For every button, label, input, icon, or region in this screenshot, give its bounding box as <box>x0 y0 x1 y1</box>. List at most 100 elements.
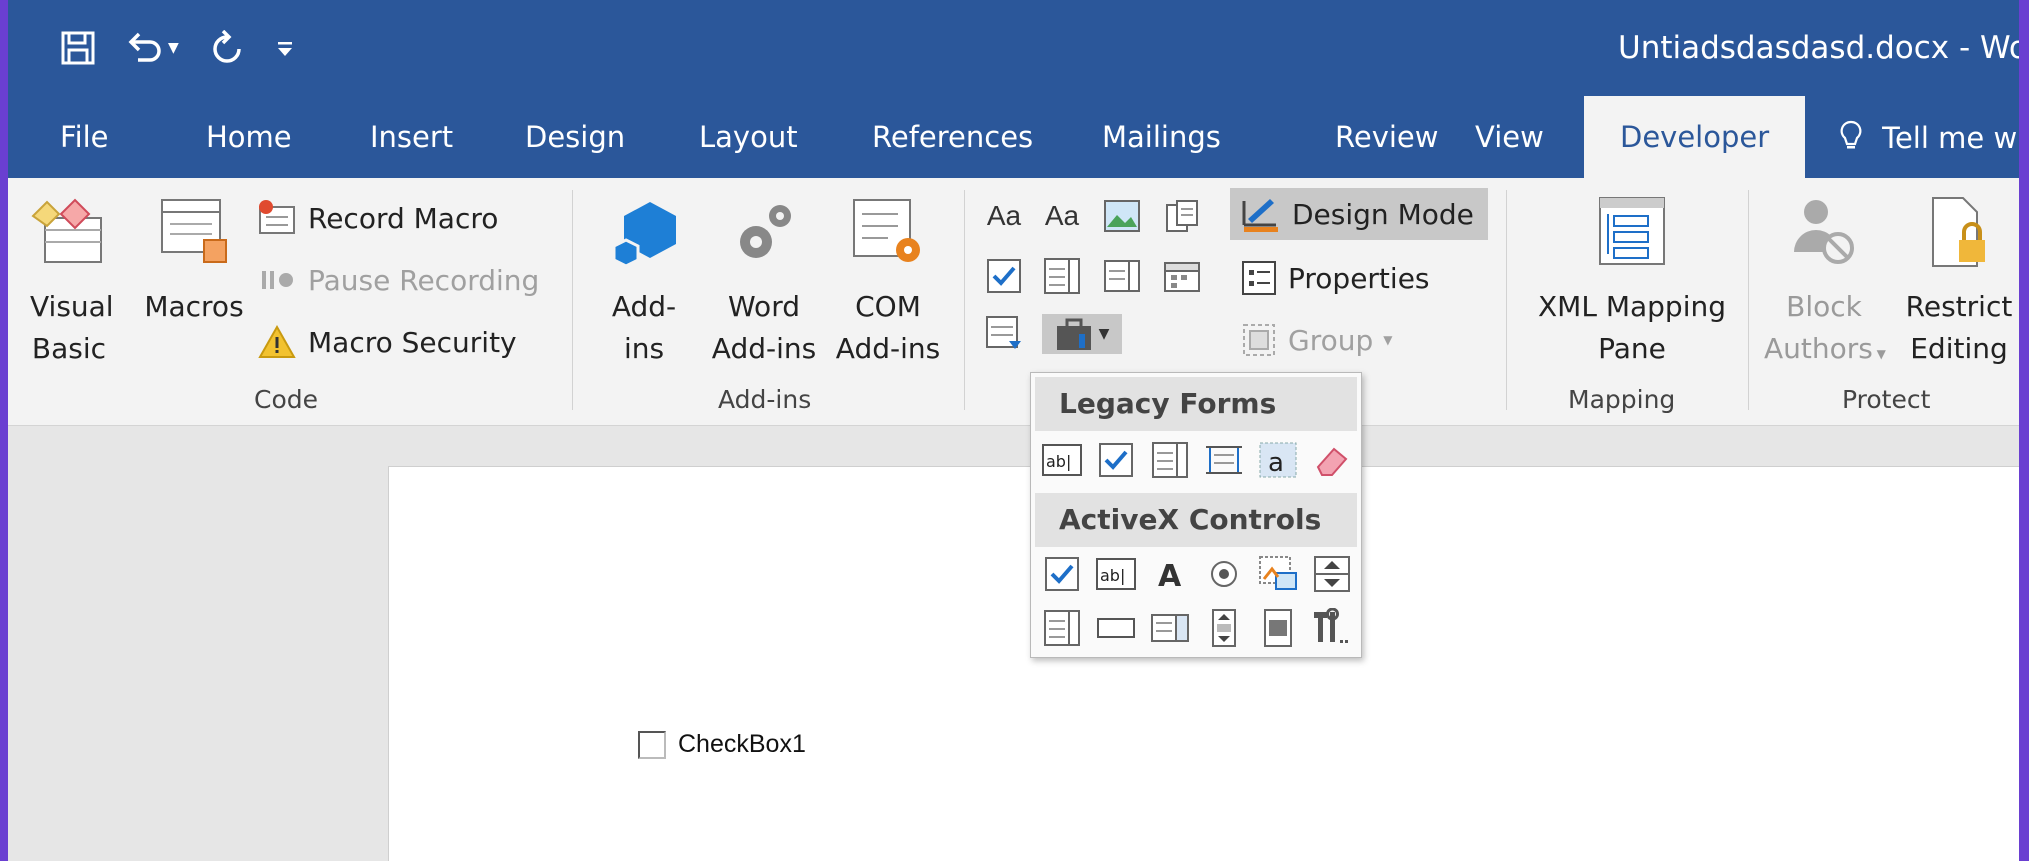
text-form-field-icon[interactable]: ab| <box>1041 439 1083 481</box>
activex-label-icon[interactable]: A <box>1149 553 1191 595</box>
store-addins-icon <box>596 196 692 280</box>
record-macro-button[interactable]: Record Macro <box>256 192 498 244</box>
tell-me-label: Tell me w <box>1882 121 2018 155</box>
word-addins-label-2: Add-ins <box>711 332 817 365</box>
check-box-form-field-icon[interactable] <box>1095 439 1137 481</box>
group-label-code: Code <box>254 385 319 414</box>
macro-security-button[interactable]: Macro Security <box>256 316 517 368</box>
tab-view[interactable]: View <box>1475 96 1544 178</box>
block-authors-label-2: Authors <box>1764 332 1873 365</box>
undo-icon[interactable]: ▼ <box>126 20 179 76</box>
chevron-down-icon: ▼ <box>1872 347 1886 361</box>
group-label-addins: Add-ins <box>718 385 812 414</box>
pause-recording-button[interactable]: Pause Recording <box>256 254 539 306</box>
rich-text-control-button[interactable]: Aa <box>984 196 1024 236</box>
group-label-protect: Protect <box>1842 385 1931 414</box>
design-mode-button[interactable]: Design Mode <box>1230 188 1488 240</box>
activex-check-box-icon[interactable] <box>1041 553 1083 595</box>
more-controls-icon[interactable] <box>1311 607 1353 649</box>
addins-label-2: ins <box>623 332 665 365</box>
plain-text-control-button[interactable]: Aa <box>1042 196 1082 236</box>
ribbon-developer: Visual Basic Macros Record Macro Pause R… <box>8 178 2019 426</box>
tab-design[interactable]: Design <box>525 96 625 178</box>
visual-basic-button[interactable]: Visual Basic <box>30 196 114 370</box>
legacy-tools-icon <box>1056 318 1091 350</box>
date-picker-control-button[interactable] <box>1162 256 1202 296</box>
macros-button[interactable]: Macros <box>138 196 250 328</box>
com-addins-icon <box>830 196 946 280</box>
restrict-editing-button[interactable]: Restrict Editing <box>1902 196 2016 370</box>
properties-button[interactable]: Properties <box>1240 252 1430 304</box>
word-addins-button[interactable]: Word Add-ins <box>706 196 822 370</box>
visual-basic-label-2: Basic <box>31 332 107 365</box>
svg-text:a: a <box>1268 448 1284 478</box>
combo-box-control-button[interactable] <box>1042 256 1082 296</box>
activex-scroll-bar-icon[interactable] <box>1203 607 1245 649</box>
record-macro-icon <box>259 200 295 234</box>
activex-combo-box-icon[interactable] <box>1149 607 1191 649</box>
document-area <box>8 426 2019 861</box>
word-addins-label-1: Word <box>728 290 800 323</box>
visual-basic-label-1: Visual <box>30 290 114 323</box>
building-block-button[interactable] <box>1162 196 1202 236</box>
combo-box-icon <box>1044 258 1080 294</box>
tab-review[interactable]: Review <box>1335 96 1438 178</box>
group-button[interactable]: Group ▼ <box>1240 314 1392 366</box>
warning-icon <box>258 324 296 358</box>
activex-list-box-icon[interactable] <box>1041 607 1083 649</box>
design-mode-icon <box>1242 199 1278 232</box>
activex-option-button-icon[interactable] <box>1203 553 1245 595</box>
com-addins-button[interactable]: COM Add-ins <box>830 196 946 370</box>
picture-control-button[interactable] <box>1102 196 1142 236</box>
activex-spin-button-icon[interactable] <box>1311 553 1353 595</box>
checkbox-label: CheckBox1 <box>678 730 806 758</box>
reset-form-fields-icon[interactable] <box>1311 439 1353 481</box>
tab-mailings[interactable]: Mailings <box>1102 96 1221 178</box>
checkbox-box[interactable] <box>638 730 666 759</box>
chevron-down-icon: ▼ <box>1383 333 1393 347</box>
title-bar: ▼ Untiadsdasdasd.docx - Wor <box>8 0 2019 96</box>
tell-me-box[interactable]: Tell me w <box>1840 96 2017 178</box>
tab-references[interactable]: References <box>872 96 1033 178</box>
activex-toggle-button-icon[interactable] <box>1257 607 1299 649</box>
gears-icon <box>706 196 822 280</box>
tab-layout[interactable]: Layout <box>699 96 798 178</box>
tab-insert[interactable]: Insert <box>370 96 453 178</box>
macros-icon <box>138 196 250 280</box>
dropdown-list-control-button[interactable] <box>1102 256 1142 296</box>
redo-icon[interactable] <box>209 30 245 66</box>
addins-label-1: Add- <box>611 290 677 323</box>
save-icon[interactable] <box>60 30 96 66</box>
activex-command-button-icon[interactable] <box>1095 607 1137 649</box>
block-authors-label-1: Block <box>1786 290 1862 323</box>
tab-developer[interactable]: Developer <box>1584 96 1806 178</box>
tab-file[interactable]: File <box>60 96 109 178</box>
insert-frame-icon[interactable] <box>1203 439 1245 481</box>
activex-image-icon[interactable] <box>1257 553 1299 595</box>
customize-qat-icon[interactable] <box>275 36 295 60</box>
pause-recording-label: Pause Recording <box>308 263 540 297</box>
group-icon <box>1243 324 1275 356</box>
legacy-tools-dropdown: Legacy Forms ab| a ActiveX Controls ab| … <box>1030 372 1362 658</box>
legacy-forms-row: ab| a <box>1041 439 1353 481</box>
legacy-tools-button[interactable]: ▼ <box>1042 314 1122 354</box>
undo-dropdown-icon[interactable]: ▼ <box>168 20 179 76</box>
block-authors-button[interactable]: Block Authors ▼ <box>1764 196 1886 375</box>
form-field-shading-icon[interactable]: a <box>1257 439 1299 481</box>
checkbox-control-button[interactable] <box>984 256 1024 296</box>
repeating-section-button[interactable] <box>984 314 1024 354</box>
addins-button[interactable]: Add- ins <box>596 196 692 370</box>
macro-security-label: Macro Security <box>308 325 517 359</box>
document-title: Untiadsdasdasd.docx - Wor <box>1618 30 2019 66</box>
group-separator <box>1506 190 1507 410</box>
group-label-mapping: Mapping <box>1568 385 1676 414</box>
xml-mapping-icon <box>1520 196 1744 280</box>
checkbox-icon <box>987 259 1021 293</box>
quick-access-toolbar: ▼ <box>60 20 295 76</box>
activex-checkbox[interactable]: CheckBox1 <box>638 730 806 759</box>
xml-mapping-pane-button[interactable]: XML Mapping Pane <box>1520 196 1744 370</box>
tab-home[interactable]: Home <box>206 96 292 178</box>
activex-text-box-icon[interactable]: ab| <box>1095 553 1137 595</box>
activex-controls-row-2 <box>1041 607 1353 649</box>
drop-down-form-field-icon[interactable] <box>1149 439 1191 481</box>
